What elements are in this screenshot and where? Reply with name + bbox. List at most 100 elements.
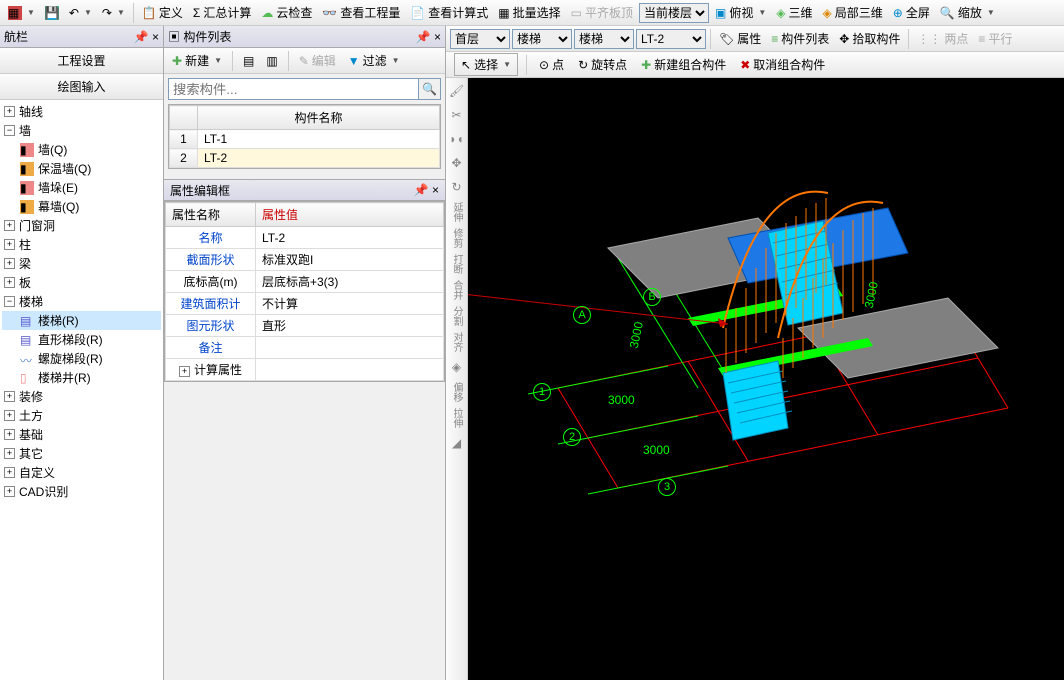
property-editor-panel: 属性编辑框 📌 × 属性名称 属性值 名称LT-2 截面形状标准双跑I 底标高(…: [164, 179, 445, 382]
axis-label-1: 1: [533, 383, 551, 401]
tree-earthwork[interactable]: +土方: [2, 406, 161, 425]
tree-foundation[interactable]: +基础: [2, 425, 161, 444]
3d-viewport[interactable]: A B 1 2 3 3000 3000 3000 3000: [468, 78, 1064, 680]
offset-tool[interactable]: 偏移: [448, 382, 466, 402]
extend-tool[interactable]: 延伸: [448, 202, 466, 222]
edit-button[interactable]: ✎编辑: [295, 50, 340, 71]
trim-tool[interactable]: 修剪: [448, 228, 466, 248]
tree-wallrib-e[interactable]: ▮墙垛(E): [2, 178, 161, 197]
tool-move-icon[interactable]: ✥: [448, 154, 466, 172]
tool-brush-icon[interactable]: 🖌: [448, 82, 466, 100]
floor-select-top[interactable]: 当前楼层: [639, 3, 709, 23]
tab-drawing-input[interactable]: 绘图输入: [0, 74, 163, 100]
close-icon[interactable]: ×: [434, 30, 441, 44]
prop-row[interactable]: 名称LT-2: [166, 227, 444, 249]
view-qty-button[interactable]: 👓查看工程量: [318, 2, 404, 23]
prop-row[interactable]: 截面形状标准双跑I: [166, 249, 444, 271]
tree-spiral-stair-r[interactable]: 〰螺旋梯段(R): [2, 349, 161, 368]
stretch-tool[interactable]: 拉伸: [448, 408, 466, 428]
two-point-button[interactable]: ⋮⋮两点: [913, 28, 972, 49]
save-icon[interactable]: 💾: [41, 4, 63, 22]
define-button[interactable]: 📋定义: [138, 2, 187, 23]
prop-row[interactable]: 建筑面积计不计算: [166, 293, 444, 315]
dim-label: 3000: [608, 393, 635, 407]
dropdown-1[interactable]: ▦▼: [4, 4, 39, 22]
table-row[interactable]: 1LT-1: [170, 130, 440, 149]
prop-row[interactable]: 图元形状直形: [166, 315, 444, 337]
tree-stair-r[interactable]: ▤楼梯(R): [2, 311, 161, 330]
tree-other[interactable]: +其它: [2, 444, 161, 463]
flat-slab-button[interactable]: ▭平齐板顶: [567, 2, 637, 23]
component-select[interactable]: LT-2: [636, 29, 706, 49]
tree-cad[interactable]: +CAD识别: [2, 482, 161, 501]
rotate-point-button[interactable]: ↻旋转点: [574, 54, 631, 75]
cancel-group-button[interactable]: ✖取消组合构件: [736, 54, 829, 75]
break-tool[interactable]: 打断: [448, 254, 466, 274]
batch-select-button[interactable]: ▦批量选择: [494, 2, 564, 23]
cloud-check-button[interactable]: ☁云检查: [257, 2, 316, 23]
floor-select[interactable]: 首层: [450, 29, 510, 49]
merge-tool[interactable]: 合并: [448, 280, 466, 300]
sum-calc-button[interactable]: Σ汇总计算: [189, 2, 255, 23]
pick-component-button[interactable]: ✥拾取构件: [835, 28, 904, 49]
new-button[interactable]: ✚新建▼: [168, 50, 226, 71]
tree-custom[interactable]: +自定义: [2, 463, 161, 482]
pin-icon[interactable]: 📌: [414, 183, 429, 197]
tab-project-settings[interactable]: 工程设置: [0, 48, 163, 74]
search-input[interactable]: [168, 78, 419, 100]
tree-wall-q[interactable]: ▮墙(Q): [2, 140, 161, 159]
parallel-button[interactable]: ≡平行: [974, 28, 1016, 49]
select-button[interactable]: ↖选择▼: [454, 53, 518, 76]
fullscreen-button[interactable]: ⊕全屏: [889, 2, 934, 23]
close-icon[interactable]: ×: [432, 183, 439, 197]
new-group-button[interactable]: ✚新建组合构件: [637, 54, 730, 75]
tree-curtain-q[interactable]: ▮幕墙(Q): [2, 197, 161, 216]
tree-wall[interactable]: −墙: [2, 121, 161, 140]
tool-rotate-icon[interactable]: ↻: [448, 178, 466, 196]
close-icon[interactable]: ×: [152, 30, 159, 44]
prop-row-highlighted[interactable]: 底标高(m)层底标高+3(3): [166, 271, 444, 293]
split-tool[interactable]: 分割: [448, 306, 466, 326]
tree-straight-stair-r[interactable]: ▤直形梯段(R): [2, 330, 161, 349]
property-editor-title: 属性编辑框: [170, 182, 230, 199]
tree-decoration[interactable]: +装修: [2, 387, 161, 406]
tool-last-icon[interactable]: ◢: [448, 434, 466, 452]
tree-insulation-q[interactable]: ▮保温墙(Q): [2, 159, 161, 178]
prop-row-expandable[interactable]: +计算属性: [166, 359, 444, 381]
tree-axis[interactable]: +轴线: [2, 102, 161, 121]
point-button[interactable]: ⊙点: [535, 54, 568, 75]
tree-door-window[interactable]: +门窗洞: [2, 216, 161, 235]
tool-scissors-icon[interactable]: ✂: [448, 106, 466, 124]
component-list-button[interactable]: ≡构件列表: [767, 28, 833, 49]
redo-button[interactable]: ↷▼: [98, 4, 129, 22]
search-button[interactable]: 🔍: [419, 78, 441, 100]
tree-stair[interactable]: −楼梯: [2, 292, 161, 311]
category-select-2[interactable]: 楼梯: [574, 29, 634, 49]
align-tool[interactable]: 对齐: [448, 332, 466, 352]
tree-stairwell-r[interactable]: ▯楼梯井(R): [2, 368, 161, 387]
pin-icon[interactable]: 📌: [134, 30, 149, 44]
component-list-header: ▣ 构件列表 📌 ×: [164, 26, 445, 48]
local-3d-button[interactable]: ◈局部三维: [819, 2, 887, 23]
navigation-panel: 航栏 📌 × 工程设置 绘图输入 +轴线 −墙 ▮墙(Q) ▮保温墙(Q) ▮墙…: [0, 26, 164, 680]
3d-button[interactable]: ◈三维: [772, 2, 816, 23]
category-select-1[interactable]: 楼梯: [512, 29, 572, 49]
zoom-button[interactable]: 🔍缩放▼: [936, 2, 999, 23]
undo-button[interactable]: ↶▼: [65, 4, 96, 22]
component-list-toolbar: ✚新建▼ ▤ ▥ ✎编辑 ▼过滤▼: [164, 48, 445, 74]
tree-slab[interactable]: +板: [2, 273, 161, 292]
view-calc-button[interactable]: 📄查看计算式: [406, 2, 492, 23]
table-row[interactable]: 2LT-2: [170, 149, 440, 168]
prop-row[interactable]: 备注: [166, 337, 444, 359]
tree-column[interactable]: +柱: [2, 235, 161, 254]
tool-icon-1[interactable]: ▤: [239, 52, 258, 70]
offset-tool-icon[interactable]: ◈: [448, 358, 466, 376]
top-view-button[interactable]: ▣俯视▼: [711, 2, 770, 23]
attributes-button[interactable]: 🏷属性: [715, 28, 765, 49]
tool-mirror-icon[interactable]: ◗◖: [448, 130, 466, 148]
tool-icon-2[interactable]: ▥: [262, 52, 281, 70]
filter-button[interactable]: ▼过滤▼: [344, 50, 404, 71]
prop-col-name: 属性名称: [166, 203, 256, 227]
tree-beam[interactable]: +梁: [2, 254, 161, 273]
pin-icon[interactable]: 📌: [416, 30, 431, 44]
